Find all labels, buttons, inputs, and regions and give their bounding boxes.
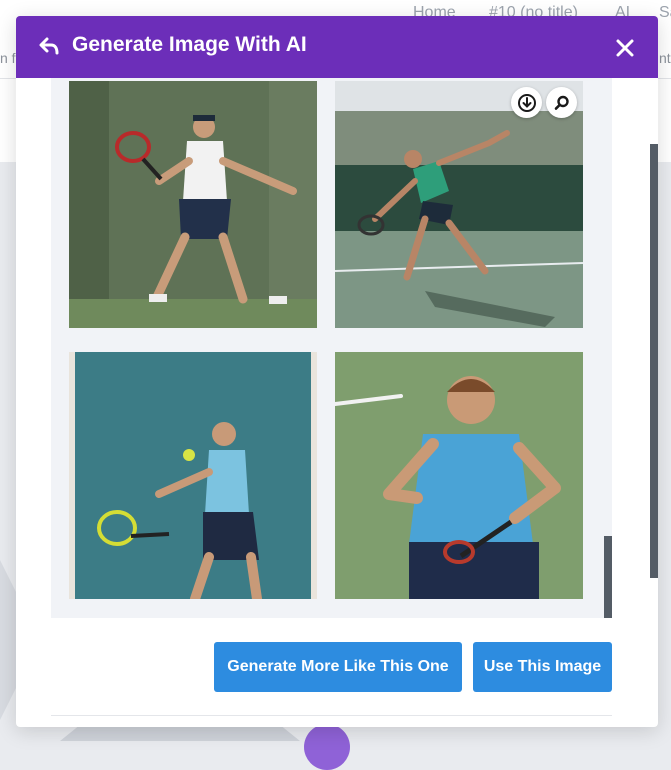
close-icon[interactable]: [614, 37, 636, 59]
image-gallery: [51, 78, 612, 618]
modal-footer-divider: [51, 715, 612, 716]
generated-image-4[interactable]: [335, 352, 583, 599]
generate-more-button[interactable]: Generate More Like This One: [214, 642, 462, 692]
generated-image-1[interactable]: [69, 81, 317, 328]
search-icon[interactable]: [546, 87, 577, 118]
generated-image-3[interactable]: [69, 352, 317, 599]
undo-arrow-icon[interactable]: [38, 35, 60, 57]
modal-title: Generate Image With AI: [72, 33, 307, 56]
bg-floating-button[interactable]: [304, 724, 350, 770]
image-tools: [511, 87, 577, 118]
bg-text-fragment-right: nt: [659, 50, 671, 66]
gallery-scrollbar[interactable]: [604, 536, 612, 618]
modal-scrollbar[interactable]: [650, 144, 658, 578]
ai-image-modal: Generate Image With AI Generate More Lik…: [16, 16, 658, 727]
use-image-button[interactable]: Use This Image: [473, 642, 612, 692]
generated-image-2[interactable]: [335, 81, 583, 328]
download-icon[interactable]: [511, 87, 542, 118]
modal-header: Generate Image With AI: [16, 16, 658, 78]
bg-nav-save[interactable]: Sa: [659, 4, 671, 22]
